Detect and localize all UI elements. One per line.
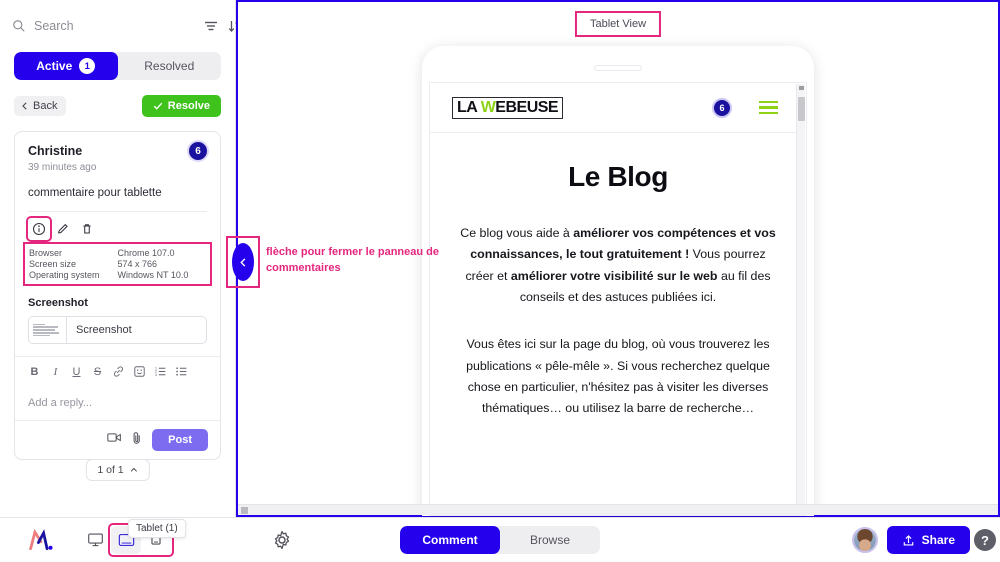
resolve-button[interactable]: Resolve bbox=[141, 95, 221, 117]
desktop-icon[interactable] bbox=[80, 526, 110, 554]
page-vertical-scrollbar[interactable] bbox=[796, 84, 805, 514]
view-mode-label: Tablet View bbox=[574, 11, 662, 37]
comment-timestamp: 39 minutes ago bbox=[28, 162, 97, 173]
scrollbar-thumb[interactable] bbox=[798, 97, 805, 121]
search-row bbox=[0, 0, 241, 52]
pagination-label: 1 of 1 bbox=[97, 464, 124, 476]
emoji-icon[interactable] bbox=[131, 363, 148, 380]
intro-paragraph: Ce blog vous aide à améliorer vos compét… bbox=[456, 223, 780, 308]
metadata-key: Screen size bbox=[29, 259, 77, 269]
bottom-toolbar: Tablet (1) Comment Browse Share ? bbox=[0, 517, 1000, 562]
pagination-control[interactable]: 1 of 1 bbox=[85, 459, 150, 481]
info-icon[interactable] bbox=[26, 216, 52, 242]
strikethrough-button[interactable]: S bbox=[89, 363, 106, 380]
thread-toolbar: Back Resolve bbox=[14, 95, 221, 117]
filter-icon[interactable] bbox=[203, 18, 219, 34]
share-button-label: Share bbox=[921, 533, 955, 547]
tab-resolved[interactable]: Resolved bbox=[118, 52, 222, 80]
metadata-value: Windows NT 10.0 bbox=[117, 270, 189, 280]
collapse-panel-button[interactable] bbox=[232, 243, 254, 281]
tablet-frame: LA WEBEUSE 6 Le Blog Ce blog vous aide à… bbox=[422, 46, 814, 516]
second-paragraph: Vous êtes ici sur la page du blog, où vo… bbox=[466, 337, 770, 416]
bold-button[interactable]: B bbox=[26, 363, 43, 380]
screenshot-thumbnail bbox=[29, 317, 67, 343]
marker-io-logo[interactable] bbox=[28, 528, 54, 552]
italic-button[interactable]: I bbox=[47, 363, 64, 380]
reply-input[interactable]: Add a reply... bbox=[15, 386, 220, 421]
page-title: Le Blog bbox=[568, 161, 668, 192]
underline-button[interactable]: U bbox=[68, 363, 85, 380]
back-button[interactable]: Back bbox=[14, 96, 67, 116]
tablet-speaker bbox=[594, 65, 642, 71]
check-icon bbox=[153, 102, 163, 110]
status-tabs: Active 1 Resolved bbox=[14, 52, 221, 80]
metadata-key: Browser bbox=[29, 248, 63, 258]
bullet-list-icon[interactable] bbox=[173, 363, 190, 380]
metadata-value: Chrome 107.0 bbox=[117, 248, 175, 258]
video-icon[interactable] bbox=[107, 431, 122, 449]
logo-part-w: W bbox=[480, 98, 496, 116]
share-button[interactable]: Share bbox=[886, 526, 970, 554]
comment-card: 6 Christine 39 minutes ago commentaire p… bbox=[14, 131, 221, 460]
site-content: Le Blog Ce blog vous aide à améliorer vo… bbox=[430, 133, 806, 420]
screenshot-section-title: Screenshot bbox=[28, 297, 88, 309]
tab-active[interactable]: Active 1 bbox=[14, 52, 118, 80]
comment-author: Christine bbox=[28, 144, 83, 158]
search-input[interactable] bbox=[34, 19, 195, 33]
annotation-text: flèche pour fermer le panneau de comment… bbox=[266, 246, 439, 274]
comment-header: 6 Christine 39 minutes ago commentaire p… bbox=[15, 132, 220, 199]
back-button-label: Back bbox=[33, 100, 58, 112]
tablet-screen: LA WEBEUSE 6 Le Blog Ce blog vous aide à… bbox=[429, 82, 807, 516]
page-comment-pin[interactable]: 6 bbox=[712, 97, 732, 118]
mode-switcher: Comment Browse bbox=[400, 526, 600, 554]
site-logo: LA WEBEUSE bbox=[452, 96, 564, 119]
canvas-horizontal-scrollbar[interactable] bbox=[238, 504, 998, 515]
comment-text: commentaire pour tablette bbox=[28, 187, 162, 199]
chevron-left-icon bbox=[22, 102, 27, 110]
logo-part-2: EBEUSE bbox=[495, 98, 559, 116]
help-button[interactable]: ? bbox=[974, 529, 996, 551]
post-button[interactable]: Post bbox=[152, 429, 208, 451]
metadata-value: 574 x 766 bbox=[117, 259, 158, 269]
app-root: Active 1 Resolved Back Resolve 6 Christi… bbox=[0, 0, 1000, 562]
metadata-key: Operating system bbox=[29, 270, 100, 280]
comment-actions bbox=[15, 212, 220, 242]
resolve-button-label: Resolve bbox=[167, 100, 210, 112]
comment-pin-badge[interactable]: 6 bbox=[187, 140, 209, 162]
p1-d: améliorer votre visibilité sur le web bbox=[510, 268, 718, 283]
svg-text:3: 3 bbox=[155, 373, 157, 377]
p1-a: Ce blog vous aide à bbox=[460, 226, 574, 240]
screenshot-attachment[interactable]: Screenshot bbox=[28, 316, 207, 344]
site-header: LA WEBEUSE 6 bbox=[430, 83, 806, 133]
link-icon[interactable] bbox=[110, 363, 127, 380]
ordered-list-icon[interactable]: 123 bbox=[152, 363, 169, 380]
comments-sidebar: Active 1 Resolved Back Resolve 6 Christi… bbox=[0, 0, 241, 517]
device-metadata: Browser Chrome 107.0 Screen size 574 x 7… bbox=[23, 242, 212, 286]
chevron-up-icon bbox=[130, 467, 137, 472]
mode-browse-button[interactable]: Browse bbox=[500, 526, 600, 554]
screenshot-label: Screenshot bbox=[76, 324, 132, 336]
device-tooltip: Tablet (1) bbox=[128, 519, 186, 538]
edit-icon[interactable] bbox=[52, 218, 74, 240]
user-avatar[interactable] bbox=[852, 527, 878, 553]
search-icon bbox=[12, 19, 26, 33]
hamburger-menu-icon[interactable] bbox=[759, 100, 778, 115]
gear-icon[interactable] bbox=[272, 530, 292, 550]
tab-active-label: Active bbox=[36, 59, 73, 73]
paperclip-icon[interactable] bbox=[131, 431, 143, 450]
tab-active-badge: 1 bbox=[79, 58, 96, 74]
tablet-mobile-group: Tablet (1) bbox=[108, 519, 186, 557]
format-toolbar: B I U S 123 bbox=[15, 356, 220, 386]
share-upload-icon bbox=[903, 534, 913, 545]
logo-part-1: LA bbox=[457, 98, 481, 116]
delete-icon[interactable] bbox=[76, 218, 98, 240]
chevron-left-icon bbox=[239, 257, 245, 267]
avatar-image bbox=[854, 529, 876, 551]
reply-actions: Post bbox=[15, 421, 220, 459]
mode-comment-button[interactable]: Comment bbox=[400, 526, 500, 554]
tab-resolved-label: Resolved bbox=[144, 59, 195, 73]
canvas-scroll-thumb[interactable] bbox=[241, 507, 248, 514]
scroll-up-arrow[interactable] bbox=[799, 86, 804, 90]
device-switcher: Tablet (1) bbox=[80, 519, 290, 557]
